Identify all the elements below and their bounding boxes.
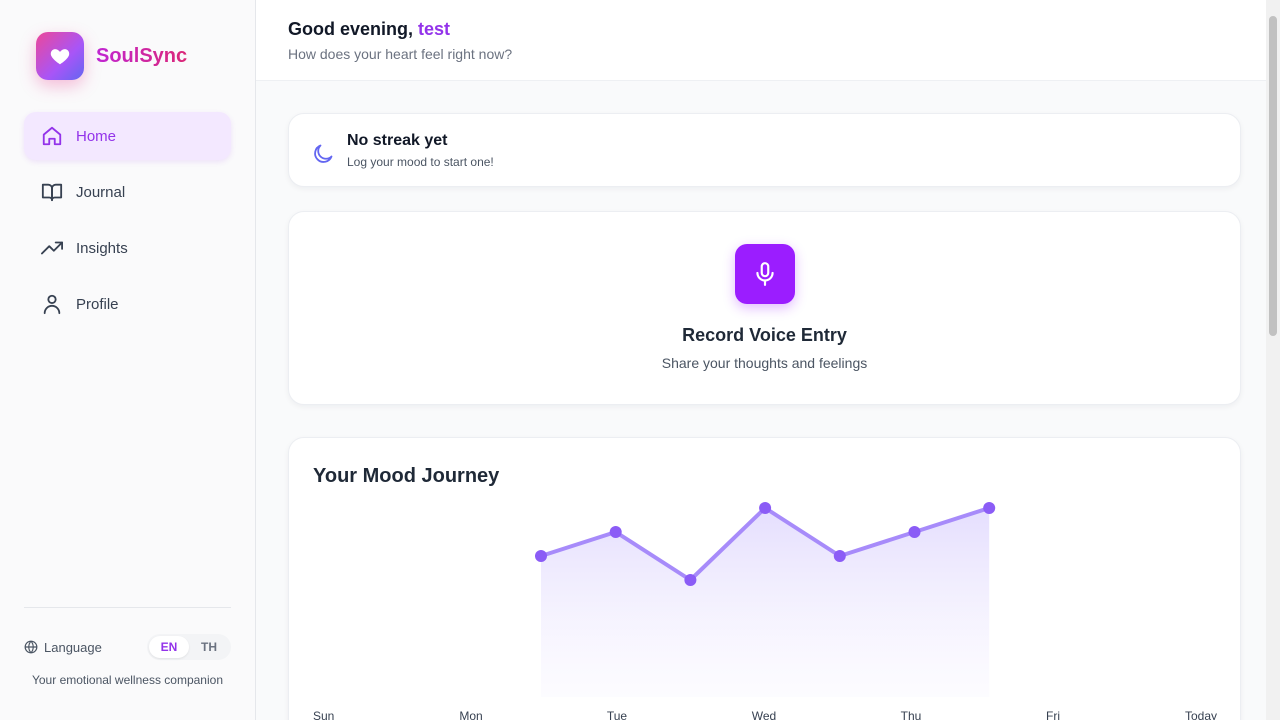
scrollbar-thumb[interactable] — [1269, 16, 1277, 336]
x-tick-label: Mon — [459, 709, 482, 720]
record-voice-subtitle: Share your thoughts and feelings — [661, 355, 868, 371]
x-tick-label: Thu — [901, 709, 922, 720]
language-th-button[interactable]: TH — [189, 636, 229, 658]
x-tick-label: Tue — [607, 709, 628, 720]
mood-point[interactable] — [983, 502, 996, 514]
sidebar-item-label: Profile — [76, 295, 119, 313]
brand[interactable]: SoulSync — [36, 32, 187, 80]
moon-icon — [311, 142, 335, 166]
sidebar-nav: Home Journal Insights Profile — [24, 112, 231, 336]
mood-chart: Sun Mon Tue Wed Thu Fri Today — [313, 502, 1217, 720]
tagline: Your emotional wellness companion — [31, 673, 223, 687]
sidebar-item-home[interactable]: Home — [24, 112, 231, 160]
sidebar-item-label: Insights — [76, 239, 128, 257]
x-tick-label: Today — [1185, 709, 1217, 720]
x-tick-label: Fri — [1046, 709, 1060, 720]
sidebar-item-journal[interactable]: Journal — [24, 168, 231, 216]
user-icon — [40, 292, 64, 316]
book-open-icon — [40, 180, 64, 204]
language-row: Language EN TH — [24, 634, 231, 660]
streak-card: No streak yet Log your mood to start one… — [288, 113, 1241, 187]
language-label-text: Language — [44, 639, 102, 655]
page-scrollbar[interactable] — [1266, 0, 1280, 720]
mood-point[interactable] — [908, 526, 921, 538]
x-tick-label: Wed — [752, 709, 776, 720]
sidebar: SoulSync Home Journal Insights Profile L… — [0, 0, 256, 720]
mood-point[interactable] — [759, 502, 772, 514]
mood-point[interactable] — [684, 574, 697, 586]
record-voice-button[interactable] — [734, 244, 795, 304]
x-tick-label: Sun — [313, 709, 334, 720]
microphone-icon — [755, 262, 774, 286]
greeting: Good evening, test — [288, 19, 1266, 40]
language-toggle: EN TH — [147, 634, 231, 660]
mood-point[interactable] — [609, 526, 622, 538]
page-header: Good evening, test How does your heart f… — [256, 0, 1266, 81]
record-voice-title: Record Voice Entry — [682, 325, 847, 345]
sidebar-item-profile[interactable]: Profile — [24, 280, 231, 328]
user-name: test — [418, 19, 451, 39]
language-label: Language — [24, 640, 102, 655]
mood-point[interactable] — [833, 550, 846, 562]
language-en-button[interactable]: EN — [149, 636, 189, 658]
heart-logo-icon — [36, 32, 84, 80]
greeting-text: Good evening, — [288, 19, 414, 39]
streak-subtitle: Log your mood to start one! — [347, 154, 494, 169]
globe-icon — [24, 640, 38, 654]
mood-point[interactable] — [535, 550, 547, 562]
streak-title: No streak yet — [347, 131, 448, 149]
home-icon — [40, 124, 64, 148]
page-subtitle: How does your heart feel right now? — [288, 46, 513, 62]
sidebar-item-label: Home — [76, 127, 117, 145]
sidebar-item-insights[interactable]: Insights — [24, 224, 231, 272]
mood-journey-card: Your Mood Journey Sun Mon Tue Wed Thu Fri Toda… — [288, 437, 1241, 720]
record-voice-card[interactable]: Record Voice Entry Share your thoughts a… — [288, 211, 1241, 405]
sidebar-item-label: Journal — [76, 183, 126, 201]
sidebar-footer: Language EN TH Your emotional wellness c… — [24, 607, 231, 687]
trending-up-icon — [40, 236, 64, 260]
brand-name: SoulSync — [96, 44, 188, 67]
